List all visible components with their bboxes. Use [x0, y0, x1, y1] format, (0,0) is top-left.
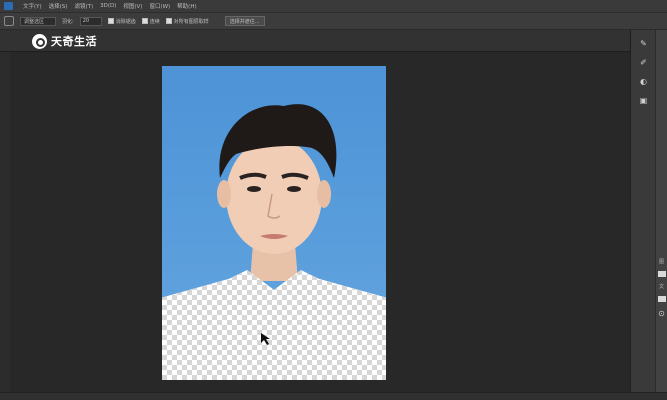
mouse-cursor-icon [261, 333, 270, 345]
select-and-mask-button[interactable]: 选择并遮住... [224, 16, 265, 26]
menu-item-type[interactable]: 文字(Y) [23, 2, 42, 10]
feather-input[interactable]: 20 [79, 16, 102, 26]
mode-select[interactable]: 调整选区 [20, 16, 56, 26]
photoshop-logo-icon [4, 2, 13, 10]
sample-all-layers-checkbox[interactable]: 对所有图层取样 [165, 18, 209, 25]
feather-value: 20 [82, 18, 90, 24]
feather-label: 羽化: [62, 18, 74, 25]
right-panel: ✎ ✐ ◐ ▣ 图 文 ⊙ [630, 30, 667, 392]
menu-item-help[interactable]: 帮助(H) [177, 2, 196, 10]
panel-label-2: 文 [658, 284, 664, 290]
watermark-logo-icon [32, 33, 47, 49]
watermark-text: 天奇生活 [51, 35, 97, 48]
menu-item-filter[interactable]: 滤镜(T) [74, 2, 93, 10]
cursor-overlay [261, 333, 270, 345]
menu-item-view[interactable]: 视图(V) [123, 2, 142, 10]
paint-icon[interactable]: ✐ [638, 57, 649, 68]
swatch-icon[interactable] [657, 271, 666, 277]
layers-icon[interactable]: ▣ [638, 95, 649, 106]
menu-item-window[interactable]: 窗口(W) [149, 2, 170, 10]
checkbox-icon [141, 18, 148, 24]
toolbar-edge [0, 52, 10, 392]
options-bar: 调整选区 羽化: 20 消除锯齿 连续 对所有图层取样 选择并遮住... [0, 12, 667, 30]
mode-select-value: 调整选区 [24, 18, 45, 25]
contiguous-label: 连续 [149, 18, 160, 25]
panel-label-1: 图 [658, 259, 664, 265]
sample-all-label: 对所有图层取样 [173, 18, 209, 25]
checkbox-icon [165, 18, 172, 24]
status-bar [0, 392, 667, 400]
eye-icon[interactable]: ⊙ [656, 308, 667, 319]
antialias-label: 消除锯齿 [115, 18, 136, 25]
menu-bar: 文字(Y) 选择(S) 滤镜(T) 3D(D) 视图(V) 窗口(W) 帮助(H… [0, 0, 667, 12]
checkbox-icon [107, 18, 114, 24]
adjust-icon[interactable]: ◐ [638, 76, 649, 87]
brush-icon[interactable]: ✎ [638, 38, 649, 49]
document-tab-row: 天奇生活 [0, 30, 630, 52]
select-and-mask-label: 选择并遮住... [229, 18, 260, 25]
menu-item-3d[interactable]: 3D(D) [100, 3, 116, 9]
antialias-checkbox[interactable]: 消除锯齿 [107, 18, 136, 25]
menu-item-select[interactable]: 选择(S) [49, 2, 68, 10]
id-photo-document[interactable] [162, 66, 386, 380]
watermark: 天奇生活 [32, 33, 97, 49]
panel-strip [655, 30, 667, 392]
contiguous-checkbox[interactable]: 连续 [141, 18, 160, 25]
swatch-icon[interactable] [657, 296, 666, 302]
lasso-tool-icon[interactable] [4, 16, 14, 26]
